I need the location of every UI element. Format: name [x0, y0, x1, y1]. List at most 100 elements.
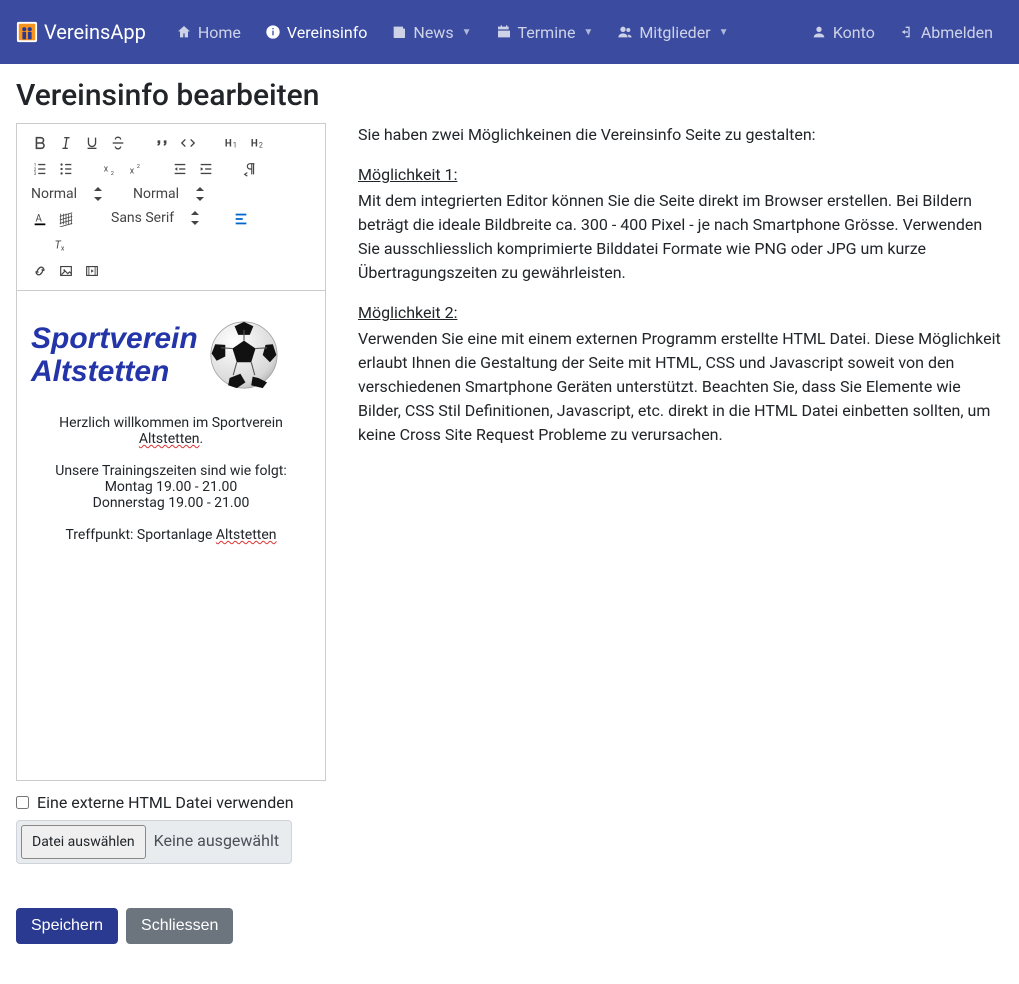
club-title: Sportverein Altstetten — [31, 322, 198, 388]
size-picker-label: Normal — [31, 186, 77, 202]
help-text: Sie haben zwei Möglichkeinen die Vereins… — [358, 123, 1003, 463]
nav-right: Konto Abmelden — [801, 15, 1003, 50]
align-picker[interactable] — [228, 207, 254, 231]
svg-text:3: 3 — [34, 171, 37, 177]
nav-abmelden-label: Abmelden — [921, 23, 993, 42]
nav-home-label: Home — [198, 23, 241, 42]
svg-text:x: x — [61, 243, 65, 252]
text-color-button[interactable]: A — [27, 207, 53, 231]
header2-button[interactable]: H2 — [245, 131, 271, 155]
nav-termine-label: Termine — [518, 23, 576, 42]
spellcheck-word: Altstetten — [216, 527, 277, 543]
nav-vereinsinfo-label: Vereinsinfo — [287, 23, 367, 42]
external-html-checkbox[interactable] — [16, 796, 29, 809]
video-button[interactable] — [79, 259, 105, 283]
background-color-button[interactable] — [53, 207, 79, 231]
editor-content[interactable]: Sportverein Altstetten — [17, 290, 325, 780]
svg-text:2: 2 — [137, 164, 140, 170]
direction-button[interactable] — [237, 157, 263, 181]
svg-text:x: x — [104, 165, 109, 175]
nav-news-label: News — [413, 23, 453, 42]
training-line1: Montag 19.00 - 21.00 — [31, 479, 311, 495]
nav-mitglieder[interactable]: Mitglieder ▼ — [607, 15, 738, 50]
chevron-updown-icon — [188, 210, 204, 226]
underline-button[interactable] — [79, 131, 105, 155]
chevron-updown-icon — [193, 186, 209, 202]
sign-out-icon — [899, 24, 915, 40]
font-picker-label: Sans Serif — [111, 210, 174, 226]
save-button[interactable]: Speichern — [16, 908, 118, 944]
navbar: VereinsApp Home Vereinsinfo News ▼ Termi… — [0, 0, 1019, 64]
svg-text:2: 2 — [111, 171, 114, 177]
header1-button[interactable]: H1 — [219, 131, 245, 155]
training-line2: Donnerstag 19.00 - 21.00 — [31, 495, 311, 511]
subscript-button[interactable]: x2 — [97, 157, 123, 181]
nav-abmelden[interactable]: Abmelden — [889, 15, 1003, 50]
meeting-text: Treffpunkt: Sportanlage Altstetten — [31, 527, 311, 543]
brand-label: VereinsApp — [44, 20, 146, 44]
editor-toolbar: H1 H2 123 x2 x2 — [17, 124, 325, 290]
caret-down-icon: ▼ — [583, 27, 593, 38]
nav-konto[interactable]: Konto — [801, 15, 885, 50]
nav-mitglieder-label: Mitglieder — [639, 23, 710, 42]
nav-konto-label: Konto — [833, 23, 875, 42]
help-opt2-body: Verwenden Sie eine mit einem externen Pr… — [358, 329, 1001, 444]
welcome-text: Herzlich willkommen im Sportverein Altst… — [31, 415, 311, 447]
outdent-button[interactable] — [167, 157, 193, 181]
help-opt1-head: Möglichkeit 1: — [358, 163, 1003, 187]
chevron-updown-icon — [91, 186, 107, 202]
brand-logo-icon — [16, 21, 38, 43]
file-picker[interactable]: Datei auswählen Keine ausgewählt — [16, 820, 292, 864]
code-block-button[interactable] — [175, 131, 201, 155]
blockquote-button[interactable] — [149, 131, 175, 155]
strike-button[interactable] — [105, 131, 131, 155]
help-opt2-head: Möglichkeit 2: — [358, 301, 1003, 325]
soccer-ball-icon — [208, 319, 280, 391]
nav-home[interactable]: Home — [166, 15, 251, 50]
nav-vereinsinfo[interactable]: Vereinsinfo — [255, 15, 377, 50]
svg-text:x: x — [130, 166, 135, 176]
svg-text:A: A — [36, 214, 43, 225]
svg-text:H: H — [251, 139, 258, 150]
file-choose-button[interactable]: Datei auswählen — [21, 825, 146, 859]
users-icon — [617, 24, 633, 40]
svg-text:H: H — [225, 139, 232, 150]
font-picker[interactable]: Sans Serif — [107, 206, 208, 230]
bullet-list-button[interactable] — [53, 157, 79, 181]
info-icon — [265, 24, 281, 40]
calendar-icon — [496, 24, 512, 40]
page-title: Vereinsinfo bearbeiten — [16, 78, 1003, 113]
indent-button[interactable] — [193, 157, 219, 181]
link-button[interactable] — [27, 259, 53, 283]
help-opt1-body: Mit dem integrierten Editor können Sie d… — [358, 191, 982, 282]
club-title-line2: Altstetten — [31, 355, 169, 388]
superscript-button[interactable]: x2 — [123, 157, 149, 181]
bold-button[interactable] — [27, 131, 53, 155]
nav-termine[interactable]: Termine ▼ — [486, 15, 604, 50]
spellcheck-word: Altstetten — [139, 431, 200, 447]
clear-format-button[interactable]: Tx — [47, 233, 73, 257]
caret-down-icon: ▼ — [719, 27, 729, 38]
help-intro: Sie haben zwei Möglichkeinen die Vereins… — [358, 123, 1003, 147]
italic-button[interactable] — [53, 131, 79, 155]
newspaper-icon — [391, 24, 407, 40]
user-icon — [811, 24, 827, 40]
svg-text:2: 2 — [259, 140, 263, 149]
file-none-label: Keine ausgewählt — [150, 821, 291, 863]
home-icon — [176, 24, 192, 40]
external-html-label: Eine externe HTML Datei verwenden — [37, 793, 294, 812]
club-title-line1: Sportverein — [31, 322, 198, 355]
caret-down-icon: ▼ — [462, 27, 472, 38]
header-picker[interactable]: Normal — [129, 182, 213, 206]
close-button[interactable]: Schliessen — [126, 908, 233, 944]
brand[interactable]: VereinsApp — [16, 20, 146, 44]
image-button[interactable] — [53, 259, 79, 283]
svg-text:1: 1 — [233, 140, 237, 149]
nav-news[interactable]: News ▼ — [381, 15, 481, 50]
nav-left: Home Vereinsinfo News ▼ Termine ▼ Mitgli… — [166, 15, 801, 50]
size-picker[interactable]: Normal — [27, 182, 111, 206]
header-picker-label: Normal — [133, 186, 179, 202]
ordered-list-button[interactable]: 123 — [27, 157, 53, 181]
editor: H1 H2 123 x2 x2 — [16, 123, 326, 781]
training-intro: Unsere Trainingszeiten sind wie folgt: — [31, 463, 311, 479]
